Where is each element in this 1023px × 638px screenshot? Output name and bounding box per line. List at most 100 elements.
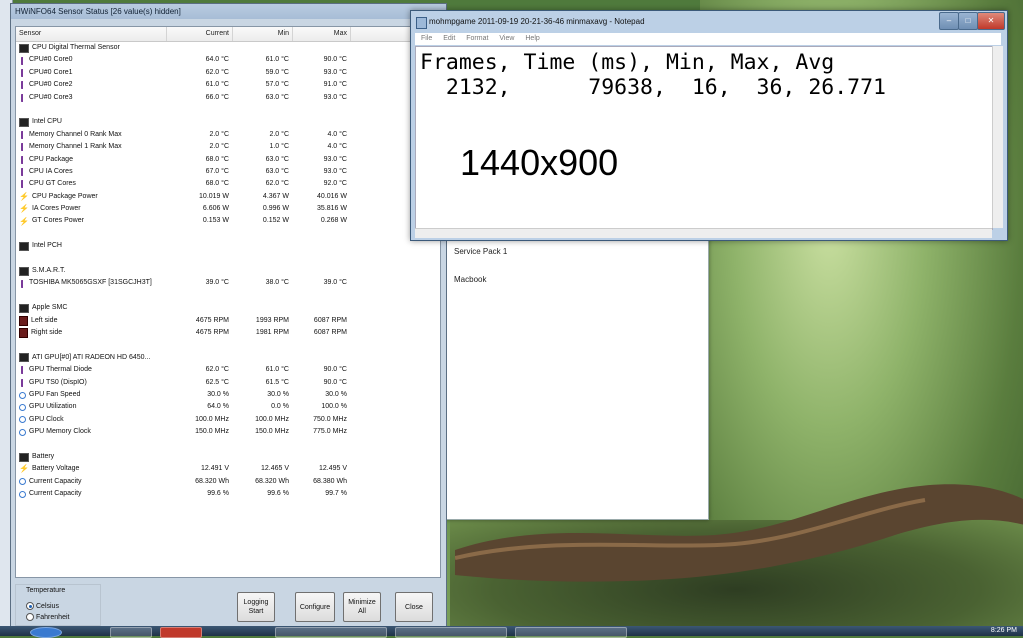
sensor-group-row[interactable]: Intel PCH xyxy=(16,240,440,252)
current-value: 2.0 °C xyxy=(209,130,229,138)
sensor-row[interactable]: CPU Package 68.0 °C 63.0 °C 93.0 °C xyxy=(16,154,440,166)
sensor-group-row[interactable]: Apple SMC xyxy=(16,302,440,314)
fahrenheit-option[interactable]: Fahrenheit xyxy=(26,613,69,621)
max-value: 750.0 MHz xyxy=(313,415,347,423)
minimize-icon[interactable]: – xyxy=(939,12,959,30)
celsius-option[interactable]: Celsius xyxy=(26,602,59,610)
sensor-row[interactable]: CPU#0 Core2 61.0 °C 57.0 °C 91.0 °C xyxy=(16,79,440,91)
sensor-row[interactable]: TOSHIBA MK5065GSXF [31SGCJH3T] 39.0 °C 38.… xyxy=(16,277,440,289)
sensor-name: GPU Clock xyxy=(16,414,167,426)
taskbar-item[interactable] xyxy=(515,627,627,638)
notepad-text-area[interactable]: Frames, Time (ms), Min, Max, Avg 2132, 7… xyxy=(415,46,993,230)
sensor-row[interactable]: CPU GT Cores 68.0 °C 62.0 °C 92.0 °C xyxy=(16,178,440,190)
sensor-row[interactable]: GPU Thermal Diode 62.0 °C 61.0 °C 90.0 °C xyxy=(16,364,440,376)
sensor-row[interactable]: GPU Memory Clock 150.0 MHz 150.0 MHz 775.0 … xyxy=(16,426,440,438)
column-header-sensor[interactable]: Sensor xyxy=(16,27,167,41)
sensor-group-row[interactable]: CPU Digital Thermal Sensor xyxy=(16,42,440,54)
column-header-current[interactable]: Current xyxy=(167,27,233,41)
sensor-name: GPU Memory Clock xyxy=(16,426,167,438)
sensor-row[interactable]: Current Capacity 68.320 Wh 68.320 Wh 68.380… xyxy=(16,476,440,488)
menu-file[interactable]: File xyxy=(421,35,432,42)
configure-button[interactable]: Configure xyxy=(295,592,335,622)
sensor-row[interactable]: GPU TS0 (DispIO) 62.5 °C 61.5 °C 90.0 °C xyxy=(16,377,440,389)
sensor-row[interactable]: ⚡ GT Cores Power 0.153 W 0.152 W 0.268 W xyxy=(16,215,440,227)
sensor-row[interactable]: CPU#0 Core3 66.0 °C 63.0 °C 93.0 °C xyxy=(16,92,440,104)
sensor-name: Current Capacity xyxy=(16,488,167,500)
sensor-label: Battery xyxy=(32,452,55,460)
sensor-group-row[interactable]: ATI GPU[#0] ATI RADEON HD 6450... xyxy=(16,352,440,364)
menu-format[interactable]: Format xyxy=(466,35,488,42)
max-value: 39.0 °C xyxy=(323,279,347,287)
max-value: 4.0 °C xyxy=(327,143,347,151)
celsius-radio[interactable] xyxy=(26,602,34,610)
min-value: 0.0 % xyxy=(271,403,289,411)
column-header-min[interactable]: Min xyxy=(233,27,293,41)
current-value: 64.0 °C xyxy=(205,56,229,64)
sensor-row[interactable]: ⚡ Battery Voltage 12.491 V 12.465 V 12.495 V xyxy=(16,463,440,475)
sensor-label: Right side xyxy=(31,328,63,336)
sensor-row[interactable]: GPU Clock 100.0 MHz 100.0 MHz 750.0 MHz xyxy=(16,414,440,426)
sensor-name: Intel PCH xyxy=(16,240,167,252)
start-button[interactable] xyxy=(30,627,62,638)
menu-edit[interactable]: Edit xyxy=(443,35,455,42)
taskbar-item[interactable] xyxy=(110,627,152,638)
sensor-name: CPU#0 Core2 xyxy=(16,79,167,91)
taskbar-item[interactable] xyxy=(275,627,387,638)
close-button[interactable]: Close xyxy=(395,592,433,622)
min-value: 100.0 MHz xyxy=(255,415,289,423)
thermometer-icon xyxy=(19,168,26,177)
close-icon[interactable]: ✕ xyxy=(977,12,1005,30)
sensor-row[interactable]: CPU#0 Core0 64.0 °C 61.0 °C 90.0 °C xyxy=(16,54,440,66)
lightning-icon: ⚡ xyxy=(19,204,29,214)
sensor-row[interactable]: Memory Channel 1 Rank Max 2.0 °C 1.0 °C 4.0… xyxy=(16,141,440,153)
sensor-row[interactable]: GPU Utilization 64.0 % 0.0 % 100.0 % xyxy=(16,401,440,413)
column-header-max[interactable]: Max xyxy=(293,27,351,41)
sensor-row[interactable]: CPU#0 Core1 62.0 °C 59.0 °C 93.0 °C xyxy=(16,67,440,79)
sensor-label: CPU#0 Core1 xyxy=(29,68,73,76)
notepad-titlebar[interactable]: mohmpgame 2011-09-19 20-21-36-46 minmaxa… xyxy=(411,11,1007,31)
menu-help[interactable]: Help xyxy=(525,35,539,42)
sensor-group-row[interactable]: Intel CPU xyxy=(16,116,440,128)
sensor-name: Memory Channel 0 Rank Max xyxy=(16,129,167,141)
menu-view[interactable]: View xyxy=(499,35,514,42)
sensor-name: GPU Thermal Diode xyxy=(16,364,167,376)
max-value: 35.816 W xyxy=(317,205,347,213)
fahrenheit-radio[interactable] xyxy=(26,613,34,621)
sensor-group-row[interactable]: Battery xyxy=(16,451,440,463)
min-value: 4.367 W xyxy=(262,192,289,200)
sensor-row[interactable]: ⚡ IA Cores Power 6.606 W 0.996 W 35.816 W xyxy=(16,203,440,215)
taskbar-item[interactable] xyxy=(395,627,507,638)
taskbar-item[interactable] xyxy=(160,627,202,638)
horizontal-scrollbar[interactable] xyxy=(415,228,992,238)
notepad-window[interactable]: mohmpgame 2011-09-19 20-21-36-46 minmaxa… xyxy=(410,10,1008,241)
sensor-label: CPU Digital Thermal Sensor xyxy=(32,44,120,51)
sensor-row[interactable]: Memory Channel 0 Rank Max 2.0 °C 2.0 °C 4.0… xyxy=(16,129,440,141)
chip-icon xyxy=(19,266,29,276)
chip-icon xyxy=(19,303,29,313)
sensor-name: TOSHIBA MK5065GSXF [31SGCJH3T] xyxy=(16,277,167,289)
sensor-table[interactable]: Sensor Current Min Max CPU Digital Therm… xyxy=(15,26,441,578)
min-value: 0.152 W xyxy=(262,217,289,225)
minimize-all-button[interactable]: Minimize All xyxy=(343,592,381,622)
sensor-label: GPU Fan Speed xyxy=(29,390,81,398)
thermometer-icon xyxy=(19,366,26,375)
logging-start-button[interactable]: Logging Start xyxy=(237,592,275,622)
sensor-group-row[interactable]: S.M.A.R.T. xyxy=(16,265,440,277)
chip-icon xyxy=(19,241,29,251)
sensor-row[interactable]: Left side 4675 RPM 1993 RPM 6087 RPM xyxy=(16,315,440,327)
sensor-row[interactable]: Current Capacity 99.6 % 99.6 % 99.7 % xyxy=(16,488,440,500)
min-value: 1.0 °C xyxy=(269,143,289,151)
sensor-row[interactable]: ⚡ CPU Package Power 10.019 W 4.367 W 40.016 … xyxy=(16,191,440,203)
sensor-row[interactable]: Right side 4675 RPM 1981 RPM 6087 RPM xyxy=(16,327,440,339)
vertical-scrollbar[interactable] xyxy=(992,46,1003,228)
max-value: 93.0 °C xyxy=(323,93,347,101)
hwinfo-window[interactable]: HWiNFO64 Sensor Status [26 value(s) hidd… xyxy=(10,3,447,628)
background-window[interactable]: Service Pack 1 Macbook xyxy=(445,228,709,520)
sensor-row[interactable]: CPU IA Cores 67.0 °C 63.0 °C 93.0 °C xyxy=(16,166,440,178)
min-value: 59.0 °C xyxy=(265,68,289,76)
current-value: 61.0 °C xyxy=(205,81,229,89)
lightning-icon: ⚡ xyxy=(19,191,29,201)
sensor-row[interactable]: GPU Fan Speed 30.0 % 30.0 % 30.0 % xyxy=(16,389,440,401)
gauge-icon xyxy=(19,416,26,424)
maximize-icon[interactable]: □ xyxy=(958,12,978,30)
